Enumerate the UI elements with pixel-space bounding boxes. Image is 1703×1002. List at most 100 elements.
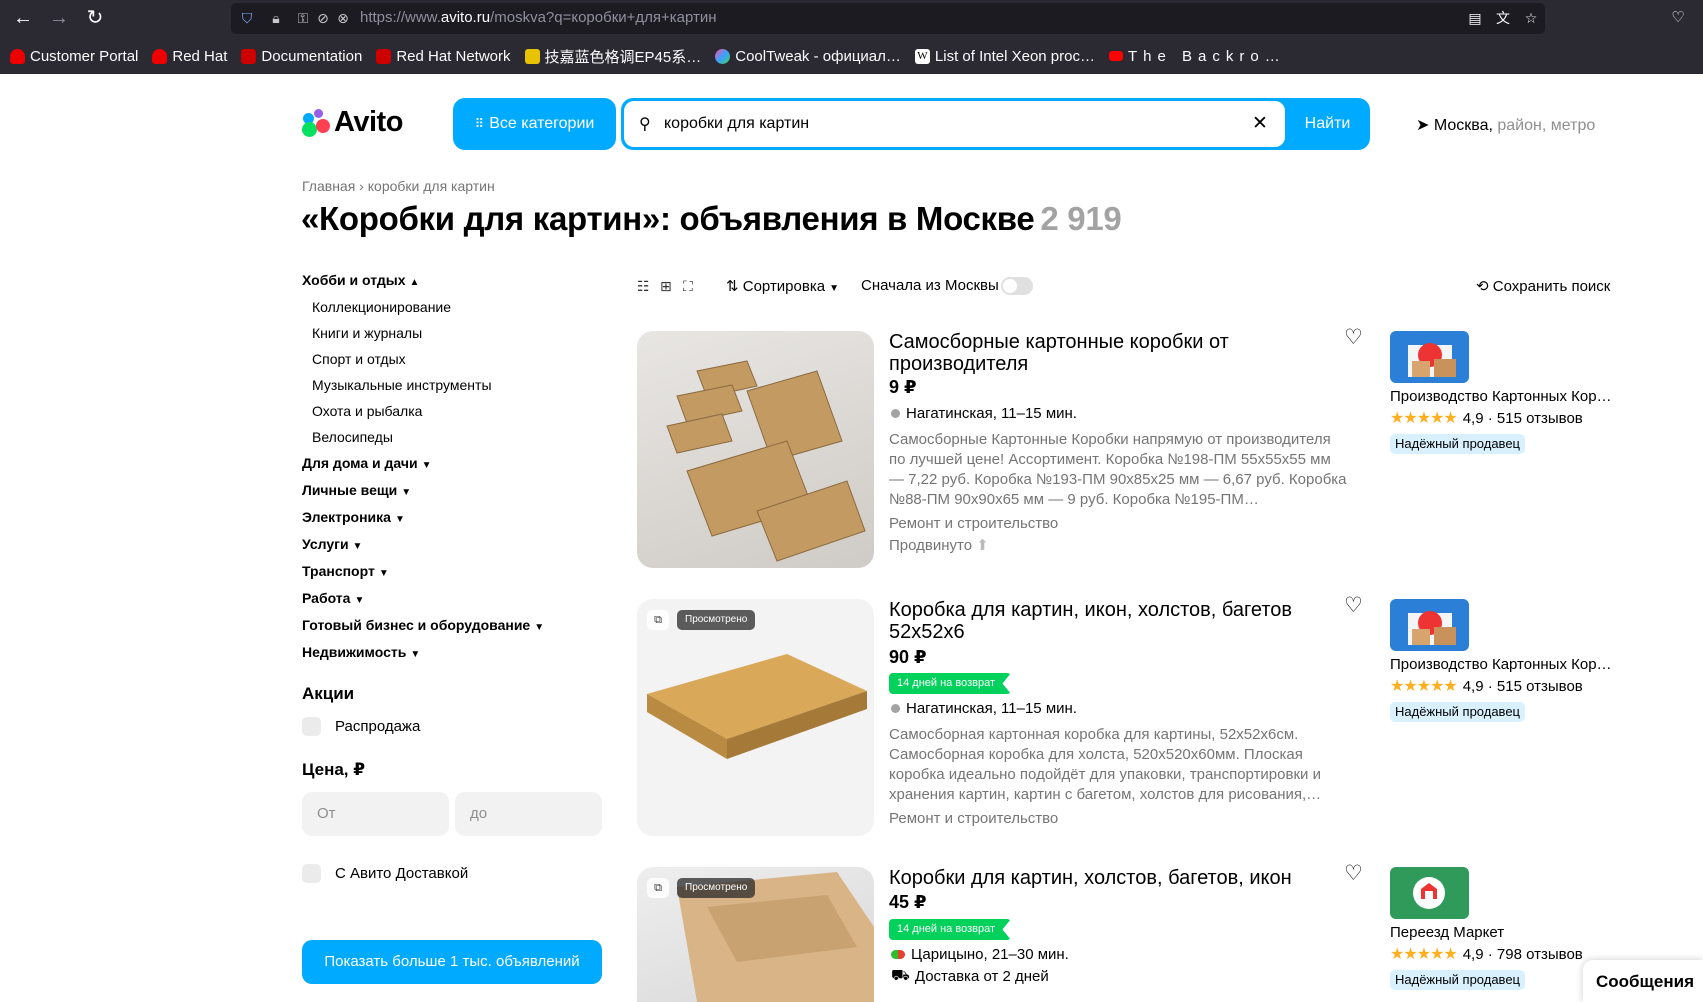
listing-image[interactable]: ⧉ Просмотрено <box>637 867 874 1002</box>
subcategory-item[interactable]: Книги и журналы <box>302 323 602 349</box>
reviews-link[interactable]: 515 отзывов <box>1497 410 1583 427</box>
listing-title[interactable]: Самосборные картонные коробки от произво… <box>889 331 1309 375</box>
subcategory-item[interactable]: Охота и рыбалка <box>302 401 602 427</box>
reload-icon[interactable]: ↻ <box>80 6 110 30</box>
category-item[interactable]: Готовый бизнес и оборудование ▼ <box>302 615 602 642</box>
find-button[interactable]: Найти <box>1285 98 1370 150</box>
forward-icon[interactable]: → <box>44 6 74 30</box>
seller-name[interactable]: Производство Картонных Коробок <box>1390 388 1612 405</box>
moscow-first-toggle[interactable] <box>1001 277 1033 295</box>
category-item[interactable]: Недвижимость ▼ <box>302 642 602 669</box>
seller-rating: ★★★★★ 4,9 · 798 отзывов <box>1390 946 1583 963</box>
seller-logo[interactable] <box>1390 599 1469 651</box>
save-search-button[interactable]: ⟲ Сохранить поиск <box>1476 277 1610 295</box>
cardboard-boxes-image <box>666 360 866 562</box>
sale-checkbox[interactable] <box>302 717 321 736</box>
redhat-icon <box>10 48 25 64</box>
seller-boxes-icon <box>1408 343 1456 377</box>
location-selector[interactable]: ➤ Москва, район, метро <box>1416 115 1595 135</box>
tracking-icon[interactable]: ⊘ <box>315 10 331 26</box>
favorite-heart-icon[interactable]: ♡ <box>1344 593 1363 618</box>
listing-image[interactable]: ⧉ Просмотрено <box>637 599 874 836</box>
delivery-filter[interactable]: С Авито Доставкой <box>302 864 468 883</box>
seller-name[interactable]: Переезд Маркет <box>1390 924 1612 941</box>
listing-price: 9 ₽ <box>889 377 917 397</box>
all-categories-button[interactable]: ⠿ Все категории <box>453 98 616 150</box>
listing-image[interactable] <box>637 331 874 568</box>
bookmark-item[interactable]: Documentation <box>241 48 362 65</box>
save-search-label: Сохранить поиск <box>1492 278 1611 295</box>
search-input[interactable]: ⚲ коробки для картин ✕ <box>624 101 1285 147</box>
moscow-first-label: Сначала из Москвы <box>861 277 999 294</box>
price-to-input[interactable]: до <box>455 792 602 836</box>
bookmark-item[interactable]: Red Hat <box>152 48 227 65</box>
favorite-heart-icon[interactable]: ♡ <box>1344 325 1363 350</box>
reader-view-icon[interactable]: ▤ <box>1466 9 1484 27</box>
logo-dots-icon <box>302 108 330 137</box>
category-item[interactable]: Личные вещи ▼ <box>302 480 602 507</box>
rating-stars-icon: ★★★★★ <box>1390 946 1458 963</box>
chevron-down-icon: ▼ <box>352 541 363 552</box>
save-search-icon: ⟲ <box>1476 278 1489 295</box>
favorite-heart-icon[interactable]: ♡ <box>1344 861 1363 886</box>
url-text[interactable]: https://www.avito.ru/moskva?q=коробки+дл… <box>360 9 717 26</box>
bookmark-item[interactable]: Red Hat Network <box>376 48 511 65</box>
listing-title[interactable]: Коробки для картин, холстов, багетов, ик… <box>889 867 1309 889</box>
translate-icon[interactable]: 文 <box>1494 9 1512 27</box>
seller-logo[interactable] <box>1390 867 1469 919</box>
seller-name[interactable]: Производство Картонных Коробок <box>1390 656 1612 673</box>
shield-icon[interactable]: ⛉ <box>239 10 255 26</box>
bookmark-item[interactable]: Customer Portal <box>10 48 138 65</box>
clear-icon[interactable]: ✕ <box>1252 112 1268 135</box>
autoplay-icon[interactable]: ⊗ <box>335 10 351 26</box>
category-hobby[interactable]: Хобби и отдых ▲ <box>302 270 602 297</box>
lock-icon[interactable]: 🔒︎ <box>268 10 284 26</box>
bookmark-item[interactable]: W List of Intel Xeon proc… <box>914 48 1095 65</box>
avito-logo[interactable]: Avito <box>302 106 403 139</box>
seller-logo[interactable] <box>1390 331 1469 383</box>
pocket-icon[interactable]: ♡ <box>1666 6 1690 30</box>
show-more-button[interactable]: Показать больше 1 тыс. объявлений <box>302 940 602 984</box>
messages-button[interactable]: Сообщения <box>1583 960 1703 1002</box>
back-icon[interactable]: ← <box>8 6 38 30</box>
delivery-checkbox[interactable] <box>302 864 321 883</box>
list-view-icon[interactable]: ☷ <box>637 278 650 295</box>
subcategory-item[interactable]: Велосипеды <box>302 427 602 453</box>
bookmark-item[interactable]: The Backro… <box>1109 48 1286 65</box>
bookmark-item[interactable]: CoolTweak - официал… <box>715 48 901 65</box>
seller-rating: ★★★★★ 4,9 · 515 отзывов <box>1390 410 1583 427</box>
results-count: 2 919 <box>1040 200 1122 237</box>
map-view-icon[interactable]: ⛶ <box>683 278 693 295</box>
breadcrumb-current[interactable]: коробки для картин <box>368 178 495 194</box>
chevron-down-icon: ▼ <box>410 649 421 660</box>
grid-view-icon[interactable]: ⊞ <box>660 278 672 295</box>
sale-filter[interactable]: Распродажа <box>302 717 420 736</box>
reviews-link[interactable]: 798 отзывов <box>1497 946 1583 963</box>
sort-dropdown[interactable]: ⇅ Сортировка ▼ <box>726 277 839 295</box>
subcategory-item[interactable]: Коллекционирование <box>302 297 602 323</box>
bookmark-item[interactable]: 技嘉蓝色格调EP45系… <box>524 46 701 67</box>
search-query[interactable]: коробки для картин <box>664 115 809 133</box>
category-item[interactable]: Транспорт ▼ <box>302 561 602 588</box>
category-item[interactable]: Для дома и дачи ▼ <box>302 453 602 480</box>
breadcrumb-home[interactable]: Главная <box>302 178 355 194</box>
chevron-down-icon: ▼ <box>829 283 839 294</box>
trusted-seller-badge: Надёжный продавец <box>1390 434 1525 454</box>
subcategory-item[interactable]: Музыкальные инструменты <box>302 375 602 401</box>
bookmark-star-icon[interactable]: ☆ <box>1522 9 1540 27</box>
listing-title[interactable]: Коробка для картин, икон, холстов, багет… <box>889 599 1309 643</box>
price-from-input[interactable]: От <box>302 792 449 836</box>
reviews-link[interactable]: 515 отзывов <box>1497 678 1583 695</box>
address-bar[interactable]: ⛉ 🔒︎ ⚿ ⊘ ⊗ https://www.avito.ru/moskva?q… <box>231 3 1545 34</box>
open-box-image <box>677 872 874 1002</box>
metro-dot-icon <box>891 409 900 418</box>
browser-chrome: ← → ↻ ⛉ 🔒︎ ⚿ ⊘ ⊗ https://www.avito.ru/mo… <box>0 0 1703 74</box>
category-item[interactable]: Электроника ▼ <box>302 507 602 534</box>
metro-dot-icon <box>891 704 900 713</box>
category-item[interactable]: Работа ▼ <box>302 588 602 615</box>
seen-icon: ⧉ <box>647 878 669 898</box>
permissions-icon[interactable]: ⚿ <box>295 10 311 26</box>
trusted-seller-badge: Надёжный продавец <box>1390 970 1525 990</box>
subcategory-item[interactable]: Спорт и отдых <box>302 349 602 375</box>
category-item[interactable]: Услуги ▼ <box>302 534 602 561</box>
